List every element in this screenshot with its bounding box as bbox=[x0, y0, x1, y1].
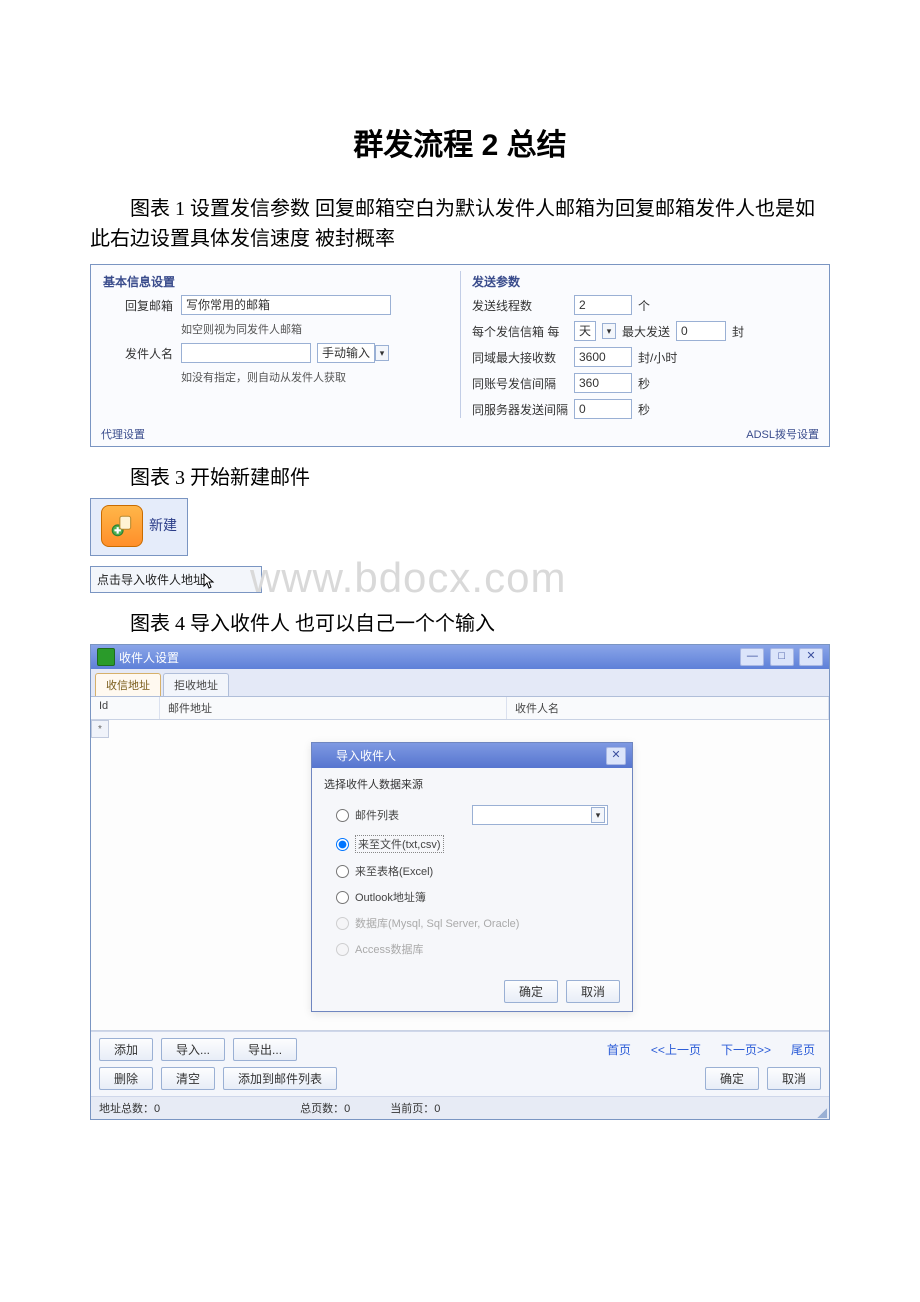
opt-outlook[interactable]: Outlook地址簿 bbox=[336, 884, 608, 910]
new-label: 新建 bbox=[149, 518, 177, 533]
sender-hint: 如没有指定，则自动从发件人获取 bbox=[103, 369, 346, 385]
first-page-link[interactable]: 首页 bbox=[601, 1041, 637, 1058]
perbox-label: 每个发信信箱 每 bbox=[472, 323, 568, 340]
app-icon bbox=[97, 648, 115, 666]
radio-file[interactable] bbox=[336, 838, 349, 851]
reply-hint: 如空则视为同发件人邮箱 bbox=[103, 321, 302, 337]
perbox-period-combo[interactable]: 天 bbox=[574, 321, 596, 341]
resize-grip-icon[interactable] bbox=[815, 1106, 827, 1118]
threads-label: 发送线程数 bbox=[472, 297, 568, 314]
threads-unit: 个 bbox=[638, 297, 650, 314]
close-button[interactable]: ✕ bbox=[799, 648, 823, 666]
reply-input[interactable]: 写你常用的邮箱 bbox=[181, 295, 391, 315]
import-button[interactable]: 导入... bbox=[161, 1038, 225, 1061]
domain-unit: 封/小时 bbox=[638, 349, 677, 366]
perbox-unit: 封 bbox=[732, 323, 744, 340]
domain-label: 同域最大接收数 bbox=[472, 349, 568, 366]
sender-mode-combo[interactable]: 手动输入 bbox=[317, 343, 375, 363]
perbox-max-label: 最大发送 bbox=[622, 323, 670, 340]
opt-db: 数据库(Mysql, Sql Server, Oracle) bbox=[336, 910, 608, 936]
watermark: www.bdocx.com bbox=[250, 554, 566, 602]
clear-button[interactable]: 清空 bbox=[161, 1067, 215, 1090]
delete-button[interactable]: 删除 bbox=[99, 1067, 153, 1090]
send-params-legend: 发送参数 bbox=[466, 269, 823, 292]
new-button[interactable]: 新建 bbox=[90, 498, 188, 556]
tab-accept[interactable]: 收信地址 bbox=[95, 673, 161, 696]
new-icon bbox=[101, 505, 143, 547]
grid-body: * 导入收件人 ✕ 选择收件人数据来源 邮件列表 ▾ bbox=[91, 720, 829, 1031]
add-button[interactable]: 添加 bbox=[99, 1038, 153, 1061]
reply-label: 回复邮箱 bbox=[103, 297, 181, 314]
prev-page-link[interactable]: <<上一页 bbox=[645, 1041, 707, 1058]
domain-input[interactable]: 3600 bbox=[574, 347, 632, 367]
server-input[interactable]: 0 bbox=[574, 399, 632, 419]
grid-header: Id 邮件地址 收件人名 bbox=[91, 697, 829, 720]
window-titlebar: 收件人设置 — □ ✕ bbox=[91, 645, 829, 669]
window-title: 收件人设置 bbox=[119, 649, 179, 666]
import-address-strip[interactable]: 点击导入收件人地址 bbox=[90, 566, 262, 593]
add-to-list-button[interactable]: 添加到邮件列表 bbox=[223, 1067, 337, 1090]
app-icon bbox=[320, 750, 332, 762]
opt-excel[interactable]: 来至表格(Excel) bbox=[336, 858, 608, 884]
acct-input[interactable]: 360 bbox=[574, 373, 632, 393]
opt-maillist[interactable]: 邮件列表 ▾ bbox=[336, 800, 608, 830]
threads-input[interactable]: 2 bbox=[574, 295, 632, 315]
adsl-settings-label: ADSL拨号设置 bbox=[746, 426, 819, 442]
acct-label: 同账号发信间隔 bbox=[472, 375, 568, 392]
maillist-combo[interactable]: ▾ bbox=[472, 805, 608, 825]
modal-cancel-button[interactable]: 取消 bbox=[566, 980, 620, 1003]
cancel-button[interactable]: 取消 bbox=[767, 1067, 821, 1090]
maximize-button[interactable]: □ bbox=[770, 648, 794, 666]
opt-access: Access数据库 bbox=[336, 936, 608, 962]
paragraph-1: 图表 1 设置发信参数 回复邮箱空白为默认发件人邮箱为回复邮箱发件人也是如此右边… bbox=[90, 194, 830, 254]
chevron-down-icon[interactable]: ▾ bbox=[602, 323, 616, 339]
modal-ok-button[interactable]: 确定 bbox=[504, 980, 558, 1003]
perbox-max-input[interactable]: 0 bbox=[676, 321, 726, 341]
recipient-window: 收件人设置 — □ ✕ 收信地址 拒收地址 Id 邮件地址 收件人名 * 导入收… bbox=[90, 644, 830, 1120]
proxy-settings-label: 代理设置 bbox=[101, 426, 145, 442]
radio-access bbox=[336, 943, 349, 956]
doc-title: 群发流程 2 总结 bbox=[90, 120, 830, 164]
modal-close-button[interactable]: ✕ bbox=[606, 747, 626, 765]
radio-db bbox=[336, 917, 349, 930]
modal-prompt: 选择收件人数据来源 bbox=[312, 768, 632, 796]
basic-info-legend: 基本信息设置 bbox=[97, 269, 454, 292]
modal-title: 导入收件人 bbox=[336, 747, 396, 764]
caption-3: 图表 3 开始新建邮件 bbox=[90, 461, 830, 490]
acct-unit: 秒 bbox=[638, 375, 650, 392]
opt-file[interactable]: 来至文件(txt,csv) bbox=[336, 830, 608, 858]
server-label: 同服务器发送间隔 bbox=[472, 401, 568, 418]
minimize-button[interactable]: — bbox=[740, 648, 764, 666]
fig1-settings-pane: 基本信息设置 回复邮箱 写你常用的邮箱 如空则视为同发件人邮箱 发件人名 手动输… bbox=[90, 264, 830, 447]
chevron-down-icon[interactable]: ▾ bbox=[591, 807, 605, 823]
sender-label: 发件人名 bbox=[103, 345, 181, 362]
radio-outlook[interactable] bbox=[336, 891, 349, 904]
server-unit: 秒 bbox=[638, 401, 650, 418]
status-bar: 地址总数：0 总页数：0 当前页：0 bbox=[91, 1096, 829, 1119]
col-address[interactable]: 邮件地址 bbox=[160, 697, 507, 719]
ok-button[interactable]: 确定 bbox=[705, 1067, 759, 1090]
col-id[interactable]: Id bbox=[91, 697, 160, 719]
cursor-icon bbox=[203, 573, 215, 589]
radio-excel[interactable] bbox=[336, 865, 349, 878]
radio-maillist[interactable] bbox=[336, 809, 349, 822]
export-button[interactable]: 导出... bbox=[233, 1038, 297, 1061]
col-name[interactable]: 收件人名 bbox=[507, 697, 829, 719]
next-page-link[interactable]: 下一页>> bbox=[715, 1041, 777, 1058]
new-row-stub[interactable]: * bbox=[91, 720, 109, 738]
import-modal: 导入收件人 ✕ 选择收件人数据来源 邮件列表 ▾ 来至文件( bbox=[311, 742, 633, 1012]
tab-reject[interactable]: 拒收地址 bbox=[163, 673, 229, 696]
chevron-down-icon[interactable]: ▾ bbox=[375, 345, 389, 361]
last-page-link[interactable]: 尾页 bbox=[785, 1041, 821, 1058]
caption-4: 图表 4 导入收件人 也可以自己一个个输入 bbox=[90, 607, 830, 636]
sender-input[interactable] bbox=[181, 343, 311, 363]
